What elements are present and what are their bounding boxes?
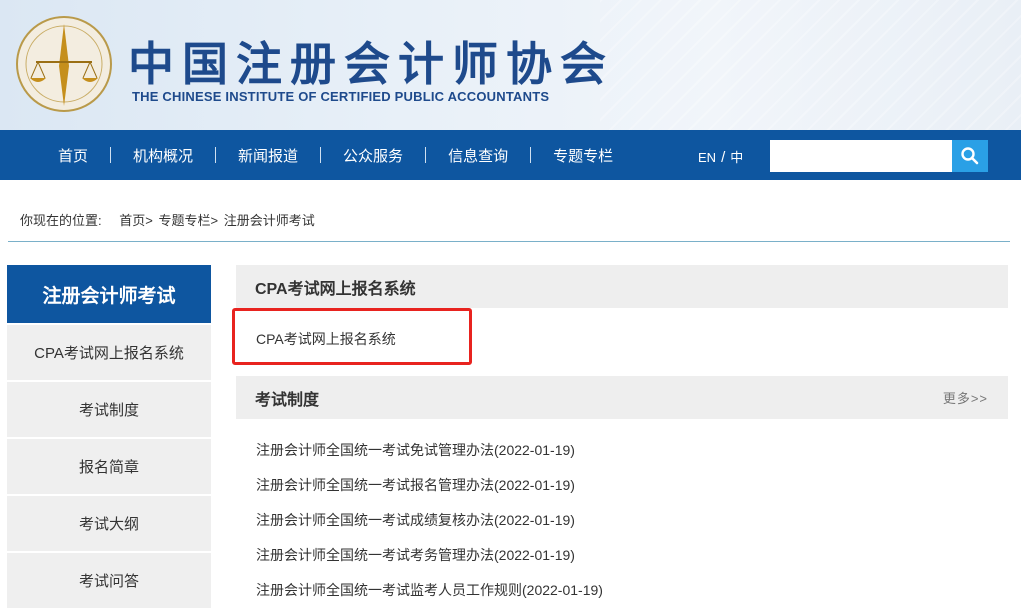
sidebar-item-brochure[interactable]: 报名简章 <box>7 439 211 494</box>
breadcrumb: 你现在的位置: 首页> 专题专栏> 注册会计师考试 <box>20 210 315 229</box>
search-icon <box>960 146 980 166</box>
lang-separator: / <box>721 149 725 166</box>
lang-cn-link[interactable]: 中 <box>730 150 743 165</box>
exam-system-section-title: 考试制度 <box>255 386 319 410</box>
header-banner: 中国注册会计师协会 THE CHINESE INSTITUTE OF CERTI… <box>0 0 1021 130</box>
registration-system-link[interactable]: CPA考试网上报名系统 <box>256 329 396 349</box>
list-item[interactable]: 注册会计师全国统一考试免试管理办法(2022-01-19) <box>256 440 603 475</box>
exam-system-list: 注册会计师全国统一考试免试管理办法(2022-01-19) 注册会计师全国统一考… <box>256 440 603 615</box>
registration-section-header: CPA考试网上报名系统 <box>236 265 1008 308</box>
sidebar-item-faq[interactable]: 考试问答 <box>7 553 211 608</box>
sidebar-item-registration[interactable]: CPA考试网上报名系统 <box>7 325 211 380</box>
lang-en-link[interactable]: EN <box>698 150 716 165</box>
breadcrumb-current[interactable]: 注册会计师考试 <box>224 213 315 228</box>
registration-section-title: CPA考试网上报名系统 <box>255 275 416 299</box>
list-item[interactable]: 注册会计师全国统一考试报名管理办法(2022-01-19) <box>256 475 603 510</box>
nav-item-home[interactable]: 首页 <box>36 145 110 166</box>
banner-decoration <box>600 0 1021 130</box>
language-switch: EN / 中 <box>698 147 743 166</box>
breadcrumb-divider <box>8 241 1010 242</box>
sidebar-item-exam-system[interactable]: 考试制度 <box>7 382 211 437</box>
nav-item-news[interactable]: 新闻报道 <box>216 145 320 166</box>
list-item[interactable]: 注册会计师全国统一考试监考人员工作规则(2022-01-19) <box>256 580 603 615</box>
search-button[interactable] <box>952 140 988 172</box>
nav-item-about[interactable]: 机构概况 <box>111 145 215 166</box>
sidebar-title: 注册会计师考试 <box>7 265 211 323</box>
breadcrumb-label: 你现在的位置: <box>20 213 102 228</box>
nav-item-info-query[interactable]: 信息查询 <box>426 145 530 166</box>
site-title-cn: 中国注册会计师协会 <box>128 28 614 94</box>
exam-system-section-header: 考试制度 更多>> <box>236 376 1008 419</box>
list-item[interactable]: 注册会计师全国统一考试考务管理办法(2022-01-19) <box>256 545 603 580</box>
nav-item-topics[interactable]: 专题专栏 <box>531 145 635 166</box>
nav-items: 首页 机构概况 新闻报道 公众服务 信息查询 专题专栏 <box>36 130 635 180</box>
list-item[interactable]: 注册会计师全国统一考试成绩复核办法(2022-01-19) <box>256 510 603 545</box>
nav-item-public-service[interactable]: 公众服务 <box>321 145 425 166</box>
breadcrumb-topics[interactable]: 专题专栏> <box>158 213 218 228</box>
site-title-en: THE CHINESE INSTITUTE OF CERTIFIED PUBLI… <box>132 89 549 104</box>
sidebar: 注册会计师考试 CPA考试网上报名系统 考试制度 报名简章 考试大纲 考试问答 <box>7 265 211 608</box>
more-link[interactable]: 更多>> <box>943 388 988 407</box>
search-input[interactable] <box>770 140 952 172</box>
sidebar-item-syllabus[interactable]: 考试大纲 <box>7 496 211 551</box>
cicpa-scales-logo-icon[interactable] <box>14 14 114 114</box>
breadcrumb-home[interactable]: 首页> <box>119 213 153 228</box>
